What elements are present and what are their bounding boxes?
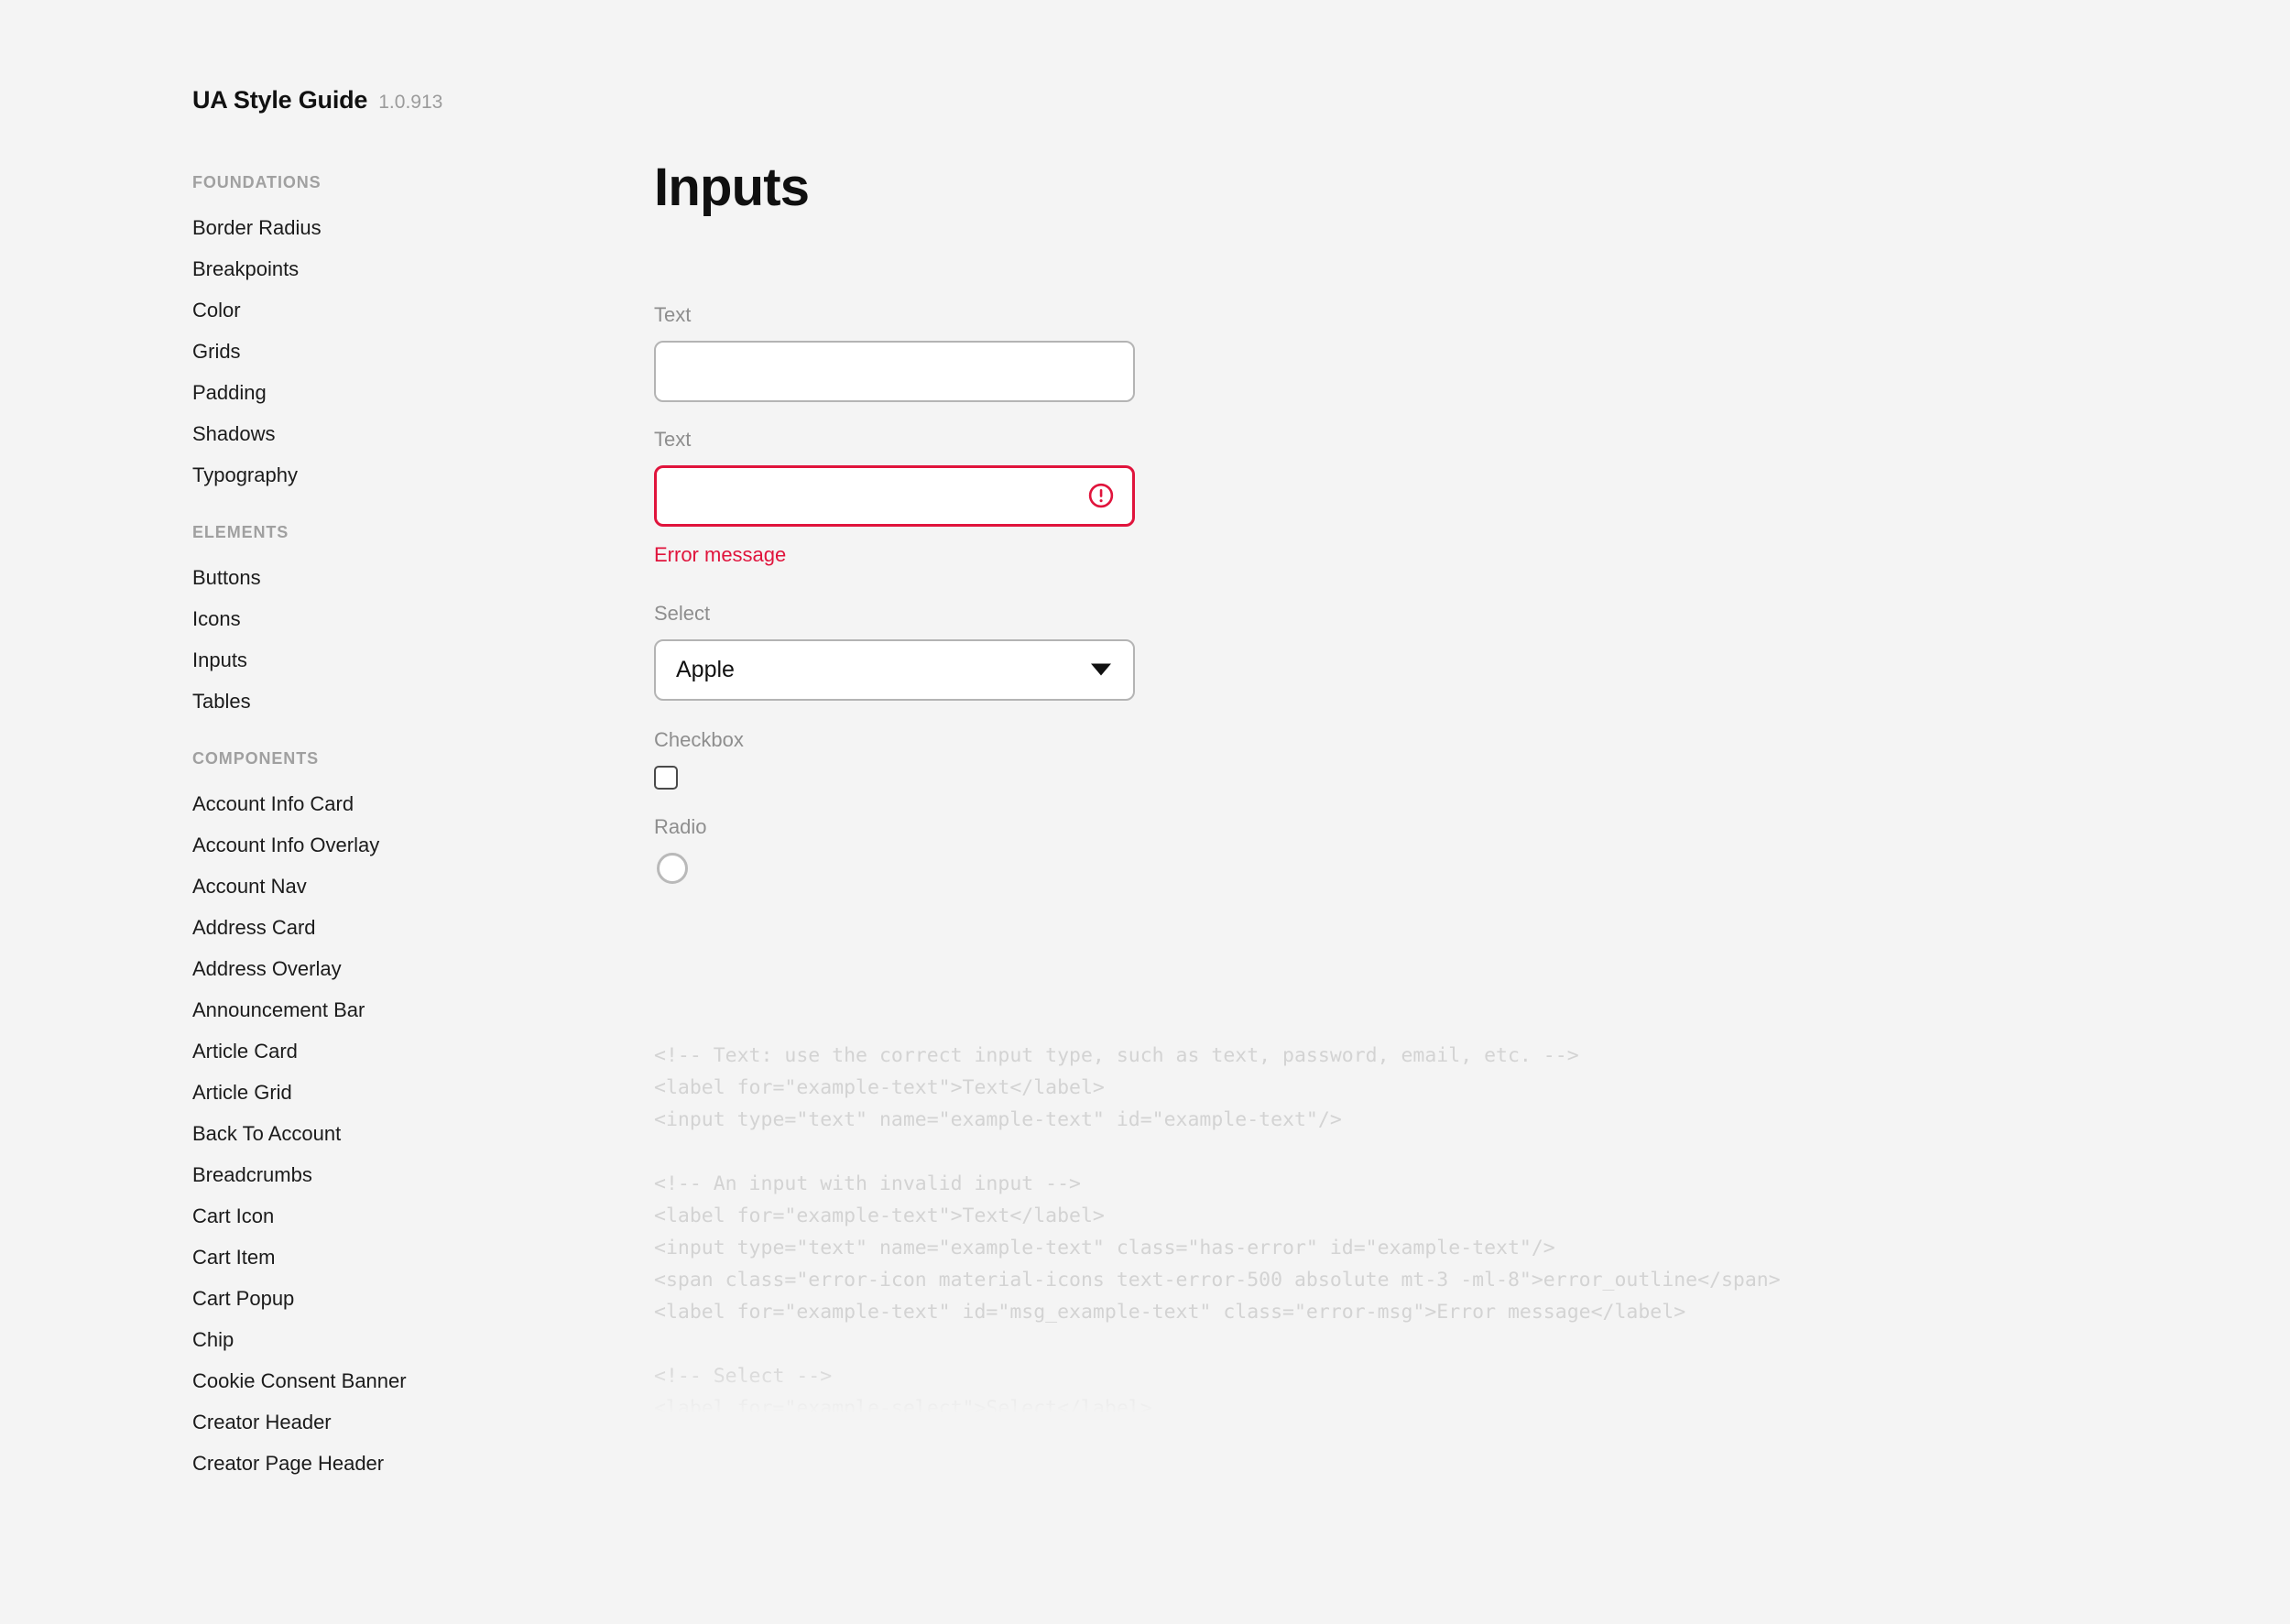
sidebar-item-shadows[interactable]: Shadows (192, 424, 586, 444)
checkbox-field-group: Checkbox (654, 727, 2120, 790)
sidebar-item-chip[interactable]: Chip (192, 1330, 586, 1350)
sidebar-item-creator-header[interactable]: Creator Header (192, 1412, 586, 1433)
error-message: Error message (654, 542, 787, 566)
main-content: Inputs Text Text Error message Select Ap… (654, 158, 2120, 884)
radio-field-group: Radio (654, 814, 2120, 884)
code-line: <label for="example-select">Select</labe… (654, 1396, 1152, 1420)
select-input[interactable]: Apple (654, 638, 1135, 701)
nav-heading-elements: ELEMENTS (192, 523, 289, 541)
code-line: <span class="error-icon material-icons t… (654, 1268, 1781, 1292)
code-line: <label for="example-text" id="msg_exampl… (654, 1300, 1686, 1324)
style-guide-page: UA Style Guide 1.0.913 FOUNDATIONS Borde… (0, 0, 2290, 1624)
sidebar-item-typography[interactable]: Typography (192, 465, 586, 485)
text-input-wrap (654, 340, 1135, 402)
sidebar-item-padding[interactable]: Padding (192, 383, 586, 403)
select-value: Apple (676, 656, 735, 682)
nav-heading-components: COMPONENTS (192, 749, 320, 768)
code-line: <!-- An input with invalid input --> (654, 1172, 1081, 1195)
sidebar-nav: FOUNDATIONS Border Radius Breakpoints Co… (192, 174, 586, 1474)
radio-input[interactable] (657, 852, 688, 884)
sidebar-item-article-grid[interactable]: Article Grid (192, 1083, 586, 1103)
sidebar-item-account-info-overlay[interactable]: Account Info Overlay (192, 835, 586, 856)
sidebar-item-cookie-consent-banner[interactable]: Cookie Consent Banner (192, 1371, 586, 1391)
code-line: <label for="example-text">Text</label> (654, 1075, 1105, 1099)
sidebar-item-address-overlay[interactable]: Address Overlay (192, 959, 586, 979)
code-sample: <!-- Text: use the correct input type, s… (654, 1040, 2211, 1424)
sidebar-item-breakpoints[interactable]: Breakpoints (192, 259, 586, 279)
nav-list-components: Account Info Card Account Info Overlay A… (192, 794, 586, 1474)
code-line: <!-- Select --> (654, 1364, 833, 1388)
sidebar-item-address-card[interactable]: Address Card (192, 918, 586, 938)
code-line: <input type="text" name="example-text" i… (654, 1107, 1342, 1131)
page-title: Inputs (654, 158, 810, 217)
text-field-label: Text (654, 302, 692, 326)
select-field-group: Select Apple (654, 601, 2120, 701)
sidebar-item-tables[interactable]: Tables (192, 692, 586, 712)
app-version: 1.0.913 (378, 92, 443, 113)
error-text-input[interactable] (654, 464, 1135, 527)
sidebar-item-creator-page-header[interactable]: Creator Page Header (192, 1454, 586, 1474)
sidebar-item-cart-popup[interactable]: Cart Popup (192, 1289, 586, 1309)
sidebar-item-border-radius[interactable]: Border Radius (192, 218, 586, 238)
error-field-group: Text Error message (654, 427, 2120, 566)
sidebar-item-color[interactable]: Color (192, 300, 586, 321)
sidebar-item-account-info-card[interactable]: Account Info Card (192, 794, 586, 814)
sidebar-item-breadcrumbs[interactable]: Breadcrumbs (192, 1165, 586, 1185)
code-line: <input type="text" name="example-text" c… (654, 1236, 1555, 1259)
select-field-label: Select (654, 601, 711, 625)
code-line: <!-- Text: use the correct input type, s… (654, 1043, 1579, 1067)
brand-header: UA Style Guide 1.0.913 (192, 88, 442, 113)
checkbox-field-label: Checkbox (654, 727, 744, 751)
checkbox-input[interactable] (654, 765, 678, 790)
sidebar-item-account-nav[interactable]: Account Nav (192, 877, 586, 897)
sidebar-item-buttons[interactable]: Buttons (192, 568, 586, 588)
sidebar-item-back-to-account[interactable]: Back To Account (192, 1124, 586, 1144)
nav-group-components: COMPONENTS Account Info Card Account Inf… (192, 750, 586, 1474)
sidebar-item-inputs[interactable]: Inputs (192, 650, 586, 670)
code-line: <label for="example-text">Text</label> (654, 1204, 1105, 1227)
sidebar-item-article-card[interactable]: Article Card (192, 1041, 586, 1062)
nav-group-elements: ELEMENTS Buttons Icons Inputs Tables (192, 524, 586, 712)
sidebar-item-announcement-bar[interactable]: Announcement Bar (192, 1000, 586, 1020)
text-field-group: Text (654, 302, 2120, 402)
error-input-wrap (654, 464, 1135, 527)
app-title: UA Style Guide (192, 86, 368, 114)
nav-list-elements: Buttons Icons Inputs Tables (192, 568, 586, 712)
sidebar-item-cart-item[interactable]: Cart Item (192, 1248, 586, 1268)
sidebar-item-grids[interactable]: Grids (192, 342, 586, 362)
nav-list-foundations: Border Radius Breakpoints Color Grids Pa… (192, 218, 586, 485)
text-input[interactable] (654, 340, 1135, 402)
nav-heading-foundations: FOUNDATIONS (192, 173, 322, 191)
nav-group-foundations: FOUNDATIONS Border Radius Breakpoints Co… (192, 174, 586, 485)
sidebar-item-cart-icon[interactable]: Cart Icon (192, 1206, 586, 1226)
select-wrap: Apple (654, 638, 1135, 701)
radio-field-label: Radio (654, 814, 707, 838)
sidebar-item-icons[interactable]: Icons (192, 609, 586, 629)
error-field-label: Text (654, 427, 692, 451)
